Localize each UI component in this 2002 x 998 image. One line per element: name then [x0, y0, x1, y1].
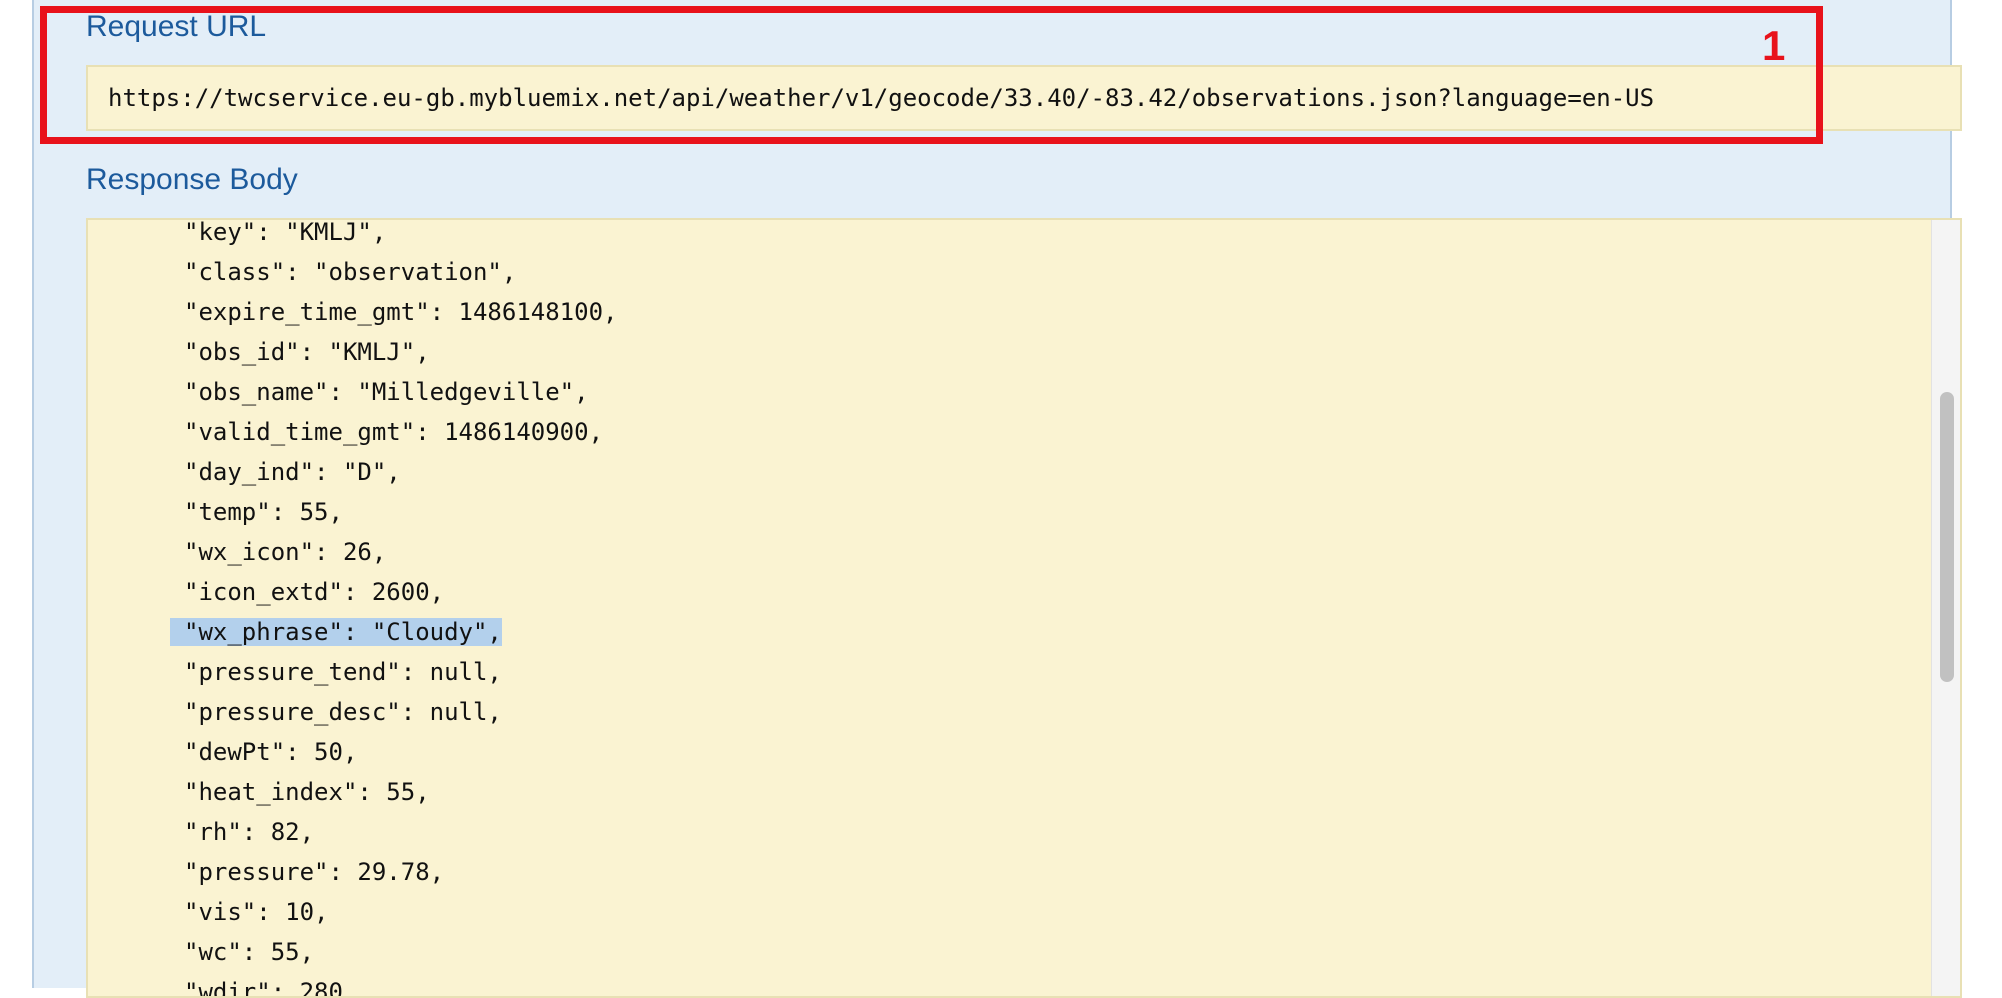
code-line[interactable]: "vis": 10,	[184, 892, 617, 932]
code-line[interactable]: "expire_time_gmt": 1486148100,	[184, 292, 617, 332]
api-result-panel: Request URL https://twcservice.eu-gb.myb…	[32, 0, 1962, 998]
code-line[interactable]: "pressure_desc": null,	[184, 692, 617, 732]
code-line-text: "temp": 55,	[184, 498, 343, 526]
code-line-text: "dewPt": 50,	[184, 738, 358, 766]
code-line[interactable]: "pressure_tend": null,	[184, 652, 617, 692]
code-line-text: "pressure_desc": null,	[184, 698, 502, 726]
code-line[interactable]: "wdir": 280,	[184, 972, 617, 998]
request-url-field[interactable]: https://twcservice.eu-gb.mybluemix.net/a…	[86, 65, 1962, 131]
code-line[interactable]: "rh": 82,	[184, 812, 617, 852]
code-line-text: "wx_icon": 26,	[184, 538, 387, 566]
response-body-scrollbar[interactable]	[1931, 220, 1960, 996]
code-line-text: "wdir": 280,	[184, 978, 358, 998]
code-line-text: "wc": 55,	[184, 938, 315, 966]
scrollbar-thumb[interactable]	[1940, 392, 1954, 682]
code-line[interactable]: "valid_time_gmt": 1486140900,	[184, 412, 617, 452]
code-line-text: "wx_phrase": "Cloudy",	[170, 618, 502, 646]
code-line[interactable]: "obs_name": "Milledgeville",	[184, 372, 617, 412]
code-line-text: "expire_time_gmt": 1486148100,	[184, 298, 618, 326]
code-line-text: "obs_name": "Milledgeville",	[184, 378, 589, 406]
code-line[interactable]: "class": "observation",	[184, 252, 617, 292]
code-line[interactable]: "obs_id": "KMLJ",	[184, 332, 617, 372]
code-line[interactable]: "heat_index": 55,	[184, 772, 617, 812]
response-body-field[interactable]: "key": "KMLJ", "class": "observation", "ex…	[86, 218, 1962, 998]
code-line[interactable]: "pressure": 29.78,	[184, 852, 617, 892]
code-line-text: "rh": 82,	[184, 818, 315, 846]
code-line[interactable]: "dewPt": 50,	[184, 732, 617, 772]
selected-code-line[interactable]: "wx_phrase": "Cloudy",	[170, 612, 617, 652]
code-line-text: "class": "observation",	[184, 258, 517, 286]
code-line-text: "key": "KMLJ",	[184, 218, 387, 246]
code-line[interactable]: "day_ind": "D",	[184, 452, 617, 492]
code-line-text: "icon_extd": 2600,	[184, 578, 445, 606]
response-body-code[interactable]: "key": "KMLJ", "class": "observation", "ex…	[170, 218, 617, 998]
code-line-text: "vis": 10,	[184, 898, 329, 926]
response-body-heading: Response Body	[86, 163, 298, 196]
code-line[interactable]: "key": "KMLJ",	[184, 218, 617, 252]
code-line[interactable]: "temp": 55,	[184, 492, 617, 532]
request-url-heading: Request URL	[86, 10, 267, 43]
code-line-text: "pressure": 29.78,	[184, 858, 445, 886]
code-line-text: "day_ind": "D",	[184, 458, 401, 486]
code-line-text: "obs_id": "KMLJ",	[184, 338, 430, 366]
code-line-text: "pressure_tend": null,	[184, 658, 502, 686]
code-line-text: "heat_index": 55,	[184, 778, 430, 806]
code-line-text: "valid_time_gmt": 1486140900,	[184, 418, 604, 446]
annotation-number-label: 1	[1762, 22, 1786, 69]
code-line[interactable]: "wc": 55,	[184, 932, 617, 972]
code-line[interactable]: "wx_icon": 26,	[184, 532, 617, 572]
code-line[interactable]: "icon_extd": 2600,	[184, 572, 617, 612]
